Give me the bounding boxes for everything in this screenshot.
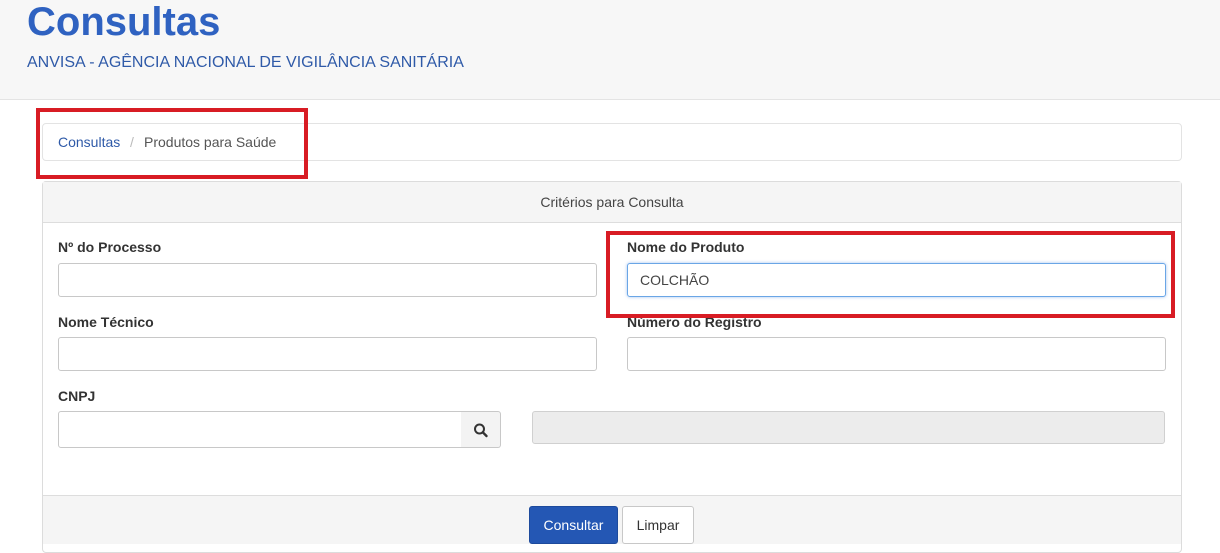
nome-produto-label: Nome do Produto — [627, 239, 745, 255]
nome-tecnico-label: Nome Técnico — [58, 314, 154, 330]
breadcrumb-separator: / — [130, 134, 134, 150]
cnpj-label: CNPJ — [58, 388, 96, 404]
limpar-button[interactable]: Limpar — [622, 506, 694, 544]
breadcrumb: Consultas / Produtos para Saúde — [42, 123, 1182, 161]
nome-tecnico-input[interactable] — [58, 337, 597, 371]
numero-processo-input[interactable] — [58, 263, 597, 297]
search-icon — [474, 423, 488, 438]
page-title: Consultas — [27, 0, 221, 44]
panel-heading: Critérios para Consulta — [43, 182, 1181, 223]
numero-registro-label: Número do Registro — [627, 314, 762, 330]
cnpj-search-button[interactable] — [461, 411, 501, 448]
empresa-readonly-field — [532, 411, 1165, 444]
numero-registro-input[interactable] — [627, 337, 1166, 371]
page-header: Consultas ANVISA - AGÊNCIA NACIONAL DE V… — [0, 0, 1220, 100]
cnpj-input[interactable] — [58, 411, 462, 448]
consultar-button[interactable]: Consultar — [529, 506, 618, 544]
nome-produto-input[interactable] — [627, 263, 1166, 297]
breadcrumb-consultas-link[interactable]: Consultas — [58, 134, 120, 151]
breadcrumb-current-page: Produtos para Saúde — [144, 134, 277, 150]
numero-processo-label: Nº do Processo — [58, 239, 162, 255]
agency-subtitle: ANVISA - AGÊNCIA NACIONAL DE VIGILÂNCIA … — [27, 54, 464, 71]
